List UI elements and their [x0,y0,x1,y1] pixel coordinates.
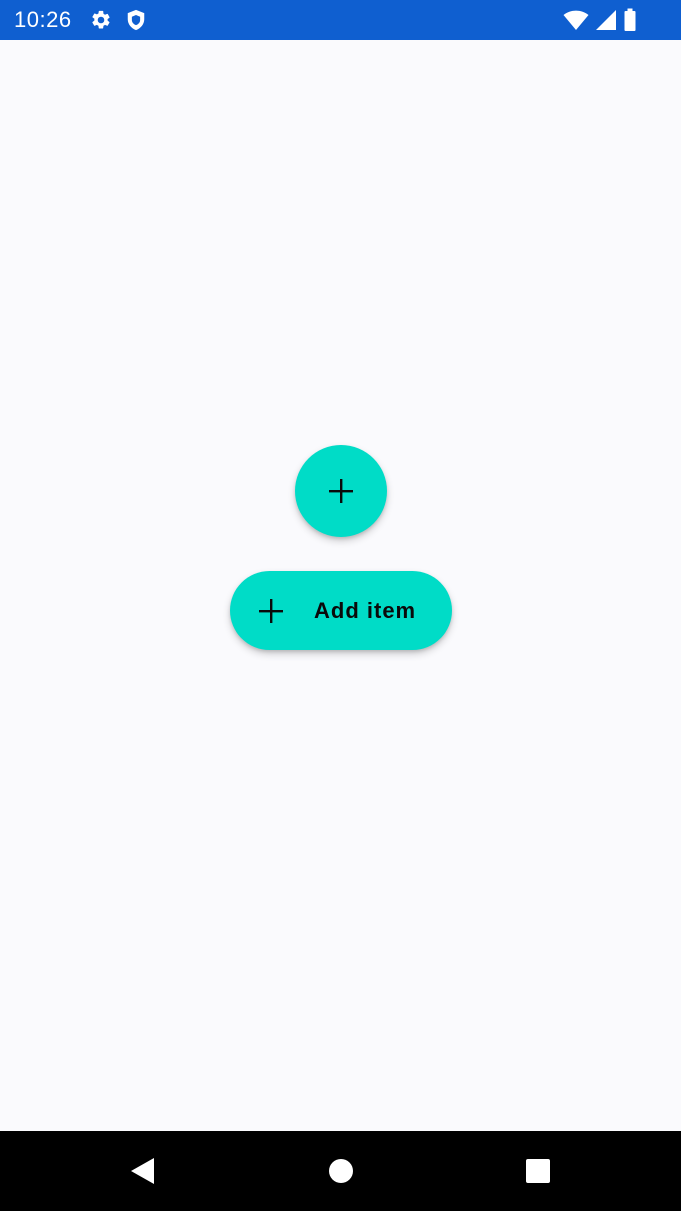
status-left-icons [90,9,146,31]
status-bar: 10:26 [0,0,681,40]
recents-icon [525,1158,551,1184]
status-right-icons [563,0,637,40]
plus-icon [258,598,284,624]
app-screen: 10:26 Add item [0,0,681,1211]
navigation-bar [0,1131,681,1211]
recents-button[interactable] [518,1151,558,1191]
add-fab-button[interactable] [295,445,387,537]
wifi-icon [563,9,589,31]
back-button[interactable] [122,1151,162,1191]
plus-icon [328,478,354,504]
add-item-extended-fab[interactable]: Add item [230,571,452,650]
status-time: 10:26 [14,7,72,32]
main-content: Add item [0,40,681,1131]
battery-icon [623,8,637,32]
back-icon [129,1157,155,1185]
signal-icon [595,9,617,31]
add-item-label: Add item [314,597,417,623]
shield-icon [126,9,146,31]
home-button[interactable] [321,1151,361,1191]
settings-gear-icon [90,9,112,31]
home-icon [328,1158,354,1184]
